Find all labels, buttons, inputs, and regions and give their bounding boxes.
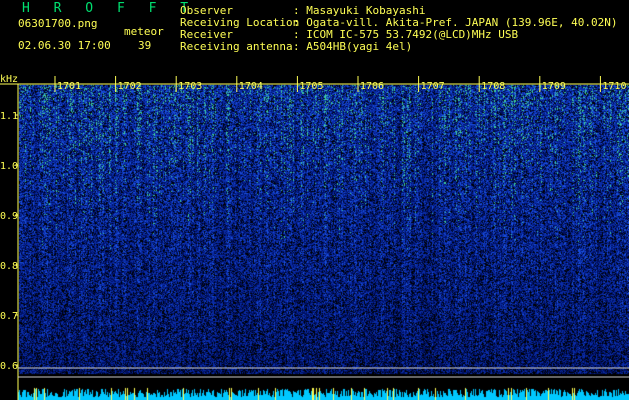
x-tick-label: 1708	[481, 81, 505, 92]
file-name: 06301700.png	[18, 17, 98, 30]
y-unit-label: kHz	[0, 74, 18, 85]
y-tick-label: 0.8	[0, 261, 18, 272]
spectrogram-panel: kHz 1.1 1.0 0.9 0.8 0.7 0.6 1701 1702 1703 1704 1…	[0, 72, 629, 400]
y-tick-label: 1.0	[0, 161, 18, 172]
x-tick-label: 1710	[602, 81, 626, 92]
meteor-label: meteor	[124, 25, 164, 38]
y-tick-group: 1.1 1.0 0.9 0.8 0.7 0.6	[0, 111, 18, 372]
x-tick-label: 1701	[57, 81, 81, 92]
meteor-count: 39	[138, 39, 152, 52]
antenna-value: : A504HB(yagi 4el)	[293, 40, 413, 53]
x-tick-label: 1709	[542, 81, 566, 92]
x-tick-label: 1707	[421, 81, 445, 92]
y-tick-label: 0.7	[0, 311, 18, 322]
x-tick-label: 1703	[178, 81, 202, 92]
date-time: 02.06.30 17:00	[18, 39, 111, 52]
antenna-label: Receiving antenna	[180, 40, 293, 53]
hrofft-logo: H R O F F T	[22, 1, 197, 16]
header-panel: H R O F F T 06301700.png 02.06.30 17:00 …	[0, 0, 629, 72]
y-tick-label: 0.6	[0, 361, 18, 372]
y-tick-label: 1.1	[0, 111, 18, 122]
spectrogram-overlay: kHz 1.1 1.0 0.9 0.8 0.7 0.6 1701 1702 1703 1704 1…	[0, 74, 629, 400]
x-tick-label: 1705	[299, 81, 323, 92]
x-tick-label: 1702	[118, 81, 142, 92]
x-tick-label: 1706	[360, 81, 384, 92]
y-tick-label: 0.9	[0, 211, 18, 222]
x-tick-label: 1704	[239, 81, 263, 92]
